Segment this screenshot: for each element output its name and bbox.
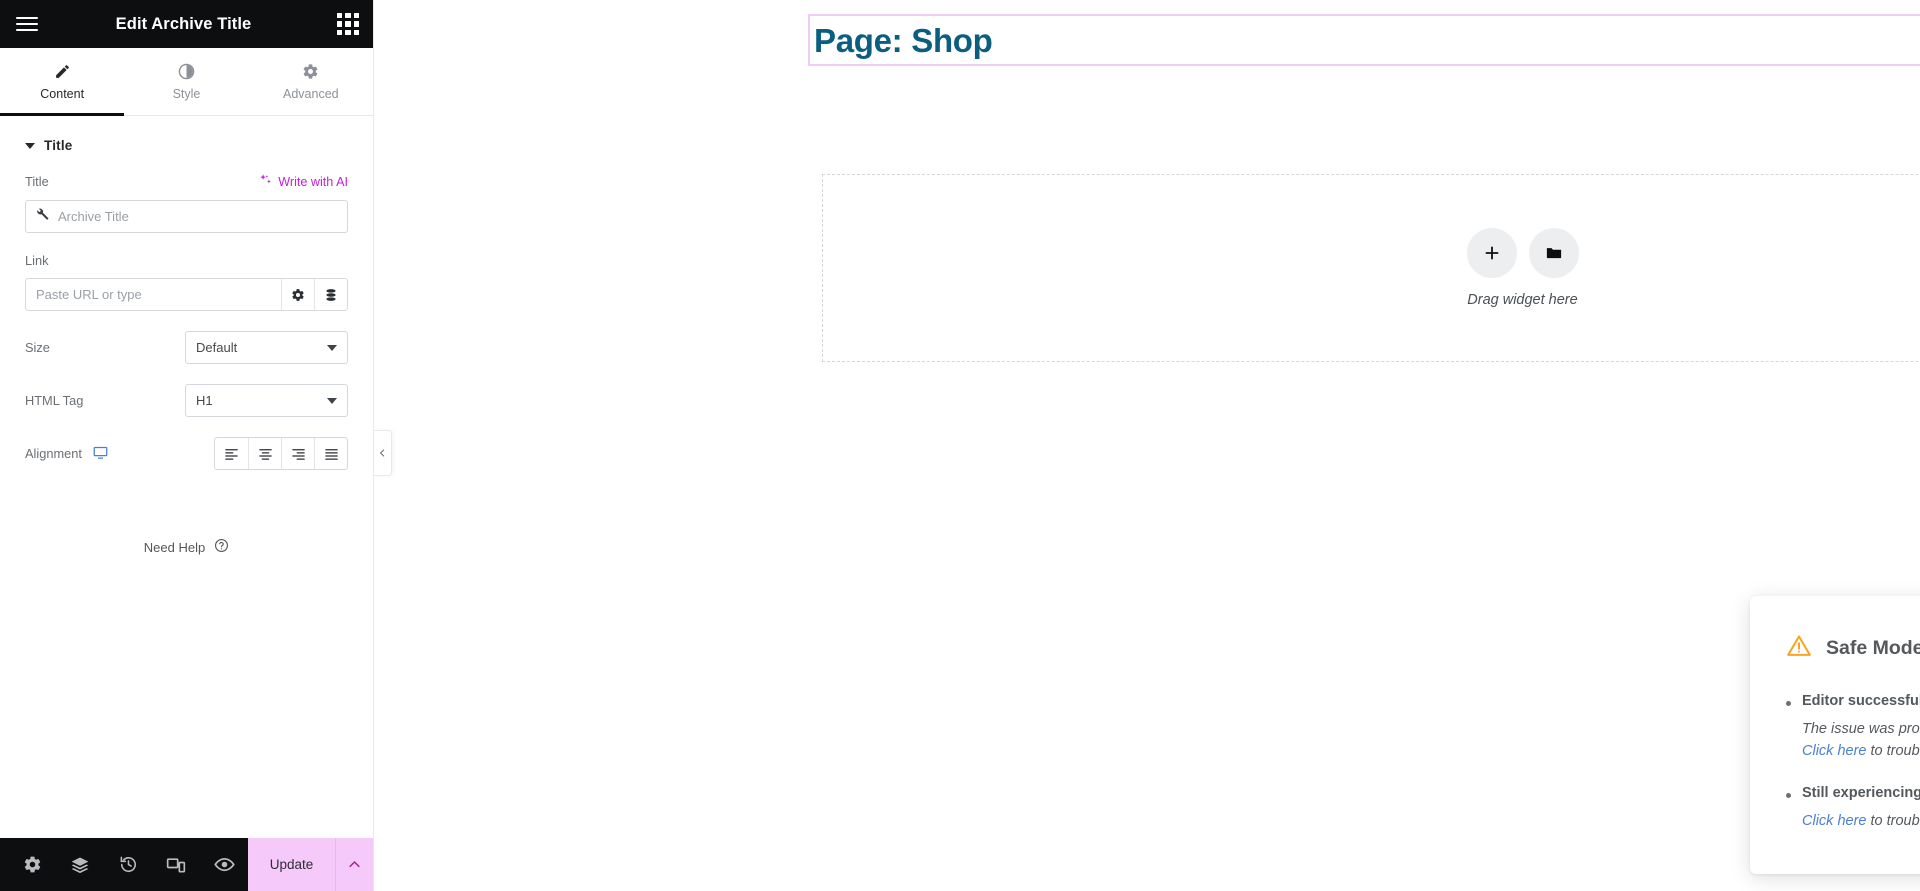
safe-mode-header: Safe Mode ON Disable Safe Mode xyxy=(1786,630,1920,667)
contrast-circle-icon xyxy=(178,63,195,80)
chevron-down-icon xyxy=(327,397,337,404)
alignment-buttons xyxy=(214,437,348,470)
elementor-editor: Edit Archive Title Content Style Advance… xyxy=(0,0,1920,891)
html-tag-select-value: H1 xyxy=(196,393,213,408)
align-left-button[interactable] xyxy=(215,438,248,469)
control-alignment: Alignment xyxy=(0,437,373,470)
dynamic-tags-icon[interactable] xyxy=(314,279,347,310)
warning-triangle-icon xyxy=(1786,633,1812,664)
widget-dropzone[interactable]: Drag widget here xyxy=(822,174,1920,362)
update-group: Update xyxy=(248,838,373,891)
link-input-group: Paste URL or type xyxy=(25,278,348,311)
safe-mode-title: Safe Mode ON xyxy=(1826,637,1920,659)
tab-style-label: Style xyxy=(172,86,201,101)
dropzone-label: Drag widget here xyxy=(1467,292,1578,308)
safe-mode-answer: Click here to troubleshoot xyxy=(1802,810,1920,832)
tab-advanced[interactable]: Advanced xyxy=(249,48,373,115)
folder-icon[interactable] xyxy=(1528,228,1579,278)
troubleshoot-link[interactable]: Click here xyxy=(1802,743,1866,759)
need-help-button[interactable]: Need Help xyxy=(0,538,373,556)
html-tag-select[interactable]: H1 xyxy=(185,384,348,417)
list-item: Editor successfully loaded? The issue wa… xyxy=(1786,693,1920,763)
safe-mode-question: Still experiencing issues? xyxy=(1802,784,1920,801)
control-title: Title Write with AI Archive Title xyxy=(0,173,373,233)
pencil-icon xyxy=(54,63,71,80)
wrench-icon xyxy=(35,207,49,226)
control-alignment-text: Alignment xyxy=(25,446,82,461)
need-help-label: Need Help xyxy=(143,539,206,555)
section-title-label: Title xyxy=(44,138,73,153)
preview-eye-icon[interactable] xyxy=(200,838,248,891)
footer-tools xyxy=(0,838,248,891)
panel-body: Title Title Write with AI Archive Title … xyxy=(0,116,373,838)
section-title-header[interactable]: Title xyxy=(0,116,373,173)
gear-icon xyxy=(302,63,319,80)
panel-tabs: Content Style Advanced xyxy=(0,48,373,116)
sparkles-icon xyxy=(259,173,273,190)
size-select[interactable]: Default xyxy=(185,331,348,364)
archive-title-widget[interactable]: Page: Shop xyxy=(808,14,1920,66)
answer-text-after: to troubleshoot xyxy=(1870,743,1920,760)
navigator-layers-icon[interactable] xyxy=(56,838,104,891)
panel-collapse-handle[interactable] xyxy=(374,430,392,476)
title-input-value: Archive Title xyxy=(58,209,129,224)
desktop-icon[interactable] xyxy=(93,445,108,463)
write-with-ai-label: Write with AI xyxy=(278,174,348,189)
control-size: Size Default xyxy=(0,331,373,364)
tab-content[interactable]: Content xyxy=(0,48,125,116)
align-right-button[interactable] xyxy=(281,438,314,469)
archive-title-text: Page: Shop xyxy=(814,21,993,59)
safe-mode-answer: The issue was probably caused by one of … xyxy=(1802,718,1920,763)
editor-panel: Edit Archive Title Content Style Advance… xyxy=(0,0,392,891)
alignment-group xyxy=(185,437,348,470)
chevron-up-icon[interactable] xyxy=(335,838,373,891)
chevron-down-icon xyxy=(25,142,35,149)
control-link-label: Link xyxy=(25,253,49,268)
panel-footer: Update xyxy=(0,838,373,891)
update-button[interactable]: Update xyxy=(248,838,335,891)
safe-mode-card: Safe Mode ON Disable Safe Mode Editor su… xyxy=(1750,596,1920,874)
align-center-button[interactable] xyxy=(248,438,281,469)
panel-title: Edit Archive Title xyxy=(115,14,252,33)
safe-mode-question: Editor successfully loaded? xyxy=(1802,693,1920,709)
control-html-tag: HTML Tag H1 xyxy=(0,384,373,417)
answer-text-before: The issue was probably caused by one of … xyxy=(1802,721,1920,737)
answer-text-after: to troubleshoot xyxy=(1870,812,1920,829)
tab-advanced-label: Advanced xyxy=(283,86,339,101)
title-input[interactable]: Archive Title xyxy=(25,200,348,233)
safe-mode-list: Editor successfully loaded? The issue wa… xyxy=(1786,693,1920,832)
history-icon[interactable] xyxy=(104,838,152,891)
size-select-value: Default xyxy=(196,340,238,355)
apps-grid-icon[interactable] xyxy=(337,13,359,35)
control-link: Link Paste URL or type xyxy=(0,253,373,311)
tab-content-label: Content xyxy=(40,86,85,101)
control-size-label: Size xyxy=(25,340,50,355)
responsive-mode-icon[interactable] xyxy=(152,838,200,891)
editor-canvas: Page: Shop Drag widget here Safe Mode Ed… xyxy=(374,0,1920,891)
troubleshoot-link[interactable]: Click here xyxy=(1802,813,1866,829)
control-title-header: Title Write with AI xyxy=(25,173,348,190)
dropzone-buttons xyxy=(1466,228,1579,278)
link-input[interactable]: Paste URL or type xyxy=(26,279,281,310)
add-widget-button[interactable] xyxy=(1466,228,1517,278)
link-options-gear-icon[interactable] xyxy=(281,279,314,310)
write-with-ai-button[interactable]: Write with AI xyxy=(259,173,348,190)
control-title-label: Title xyxy=(25,174,49,189)
control-alignment-label: Alignment xyxy=(25,445,185,463)
control-html-tag-label: HTML Tag xyxy=(25,393,84,408)
tab-style[interactable]: Style xyxy=(124,48,248,115)
align-justify-button[interactable] xyxy=(314,438,347,469)
chevron-down-icon xyxy=(327,344,337,351)
list-item: Still experiencing issues? Click here to… xyxy=(1786,785,1920,832)
question-circle-icon xyxy=(214,538,229,556)
panel-header: Edit Archive Title xyxy=(0,0,373,48)
settings-icon[interactable] xyxy=(8,838,56,891)
control-link-header: Link xyxy=(25,253,348,268)
